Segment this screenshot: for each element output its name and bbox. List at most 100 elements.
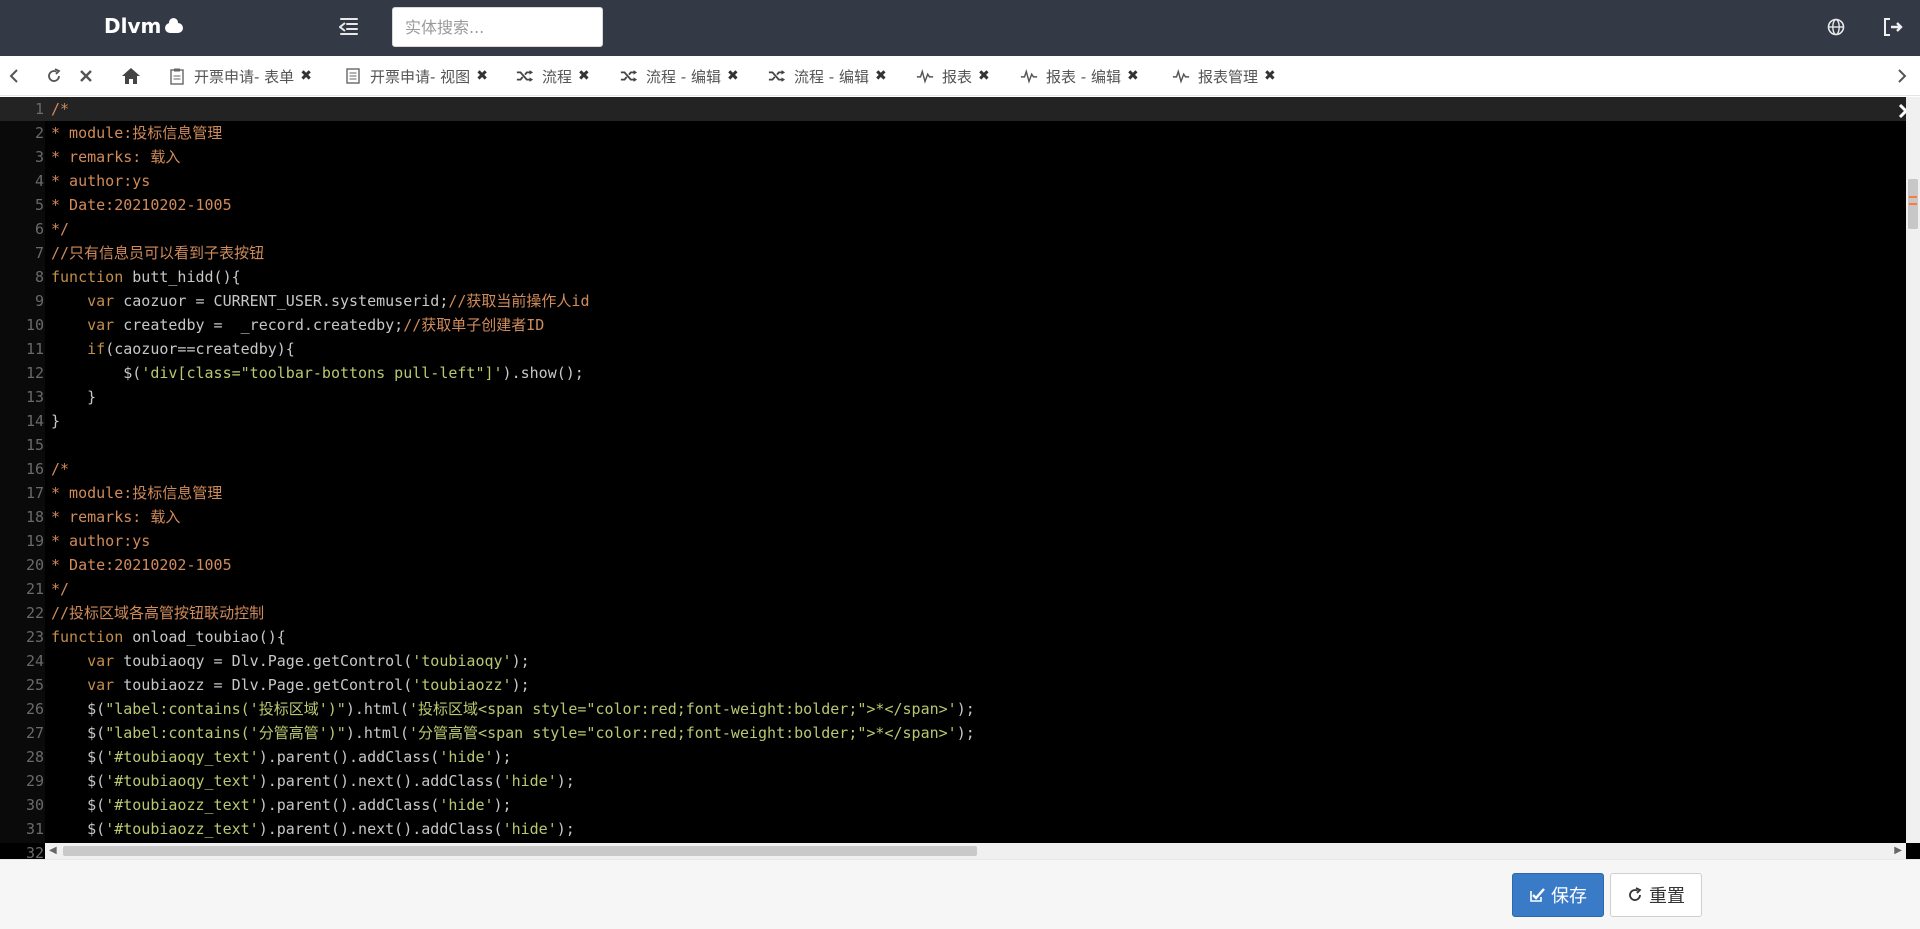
code-token: $( <box>51 772 106 790</box>
code-line[interactable]: 1 /* <box>0 97 1906 121</box>
code-line[interactable]: 21 */ <box>0 577 1906 601</box>
code-token: 'hide' <box>502 820 557 838</box>
code-line[interactable]: 13 } <box>0 385 1906 409</box>
code-token: "label:contains('分管高管')" <box>105 724 346 742</box>
code-text: } <box>51 409 60 433</box>
code-token: ); <box>493 796 512 814</box>
code-token: '#toubiaoqy_text' <box>105 772 259 790</box>
reset-button[interactable]: 重置 <box>1610 873 1702 917</box>
code-text: */ <box>51 217 69 241</box>
tab-close-icon[interactable]: ✖ <box>300 68 312 84</box>
line-number: 7 <box>34 244 44 262</box>
code-token: * remarks: 载入 <box>51 148 181 166</box>
top-navbar: Dlvm <box>0 0 1920 56</box>
tab-invoice-form[interactable]: 开票申请- 表单 ✖ <box>168 64 312 88</box>
code-line[interactable]: 25 var toubiaozz = Dlv.Page.getControl('… <box>0 673 1906 697</box>
code-line[interactable]: 9 var caozuor = CURRENT_USER.systemuseri… <box>0 289 1906 313</box>
code-line[interactable]: 2 * module:投标信息管理 <box>0 121 1906 145</box>
code-line[interactable]: 24 var toubiaoqy = Dlv.Page.getControl('… <box>0 649 1906 673</box>
code-token: 'hide' <box>502 772 557 790</box>
brand-logo[interactable]: Dlvm <box>104 14 184 38</box>
code-line[interactable]: 3 * remarks: 载入 <box>0 145 1906 169</box>
horizontal-scrollbar[interactable]: ◀ ▶ <box>45 843 1906 859</box>
code-token: '#toubiaoqy_text' <box>105 748 259 766</box>
code-token: ); <box>956 700 975 718</box>
code-line[interactable]: 12 $('div[class="toolbar-bottons pull-le… <box>0 361 1906 385</box>
code-token: ).parent().addClass( <box>258 796 440 814</box>
code-line[interactable]: 22 //投标区域各高管按钮联动控制 <box>0 601 1906 625</box>
code-line[interactable]: 29 $('#toubiaoqy_text').parent().next().… <box>0 769 1906 793</box>
tab-workflow-edit-1[interactable]: 流程 - 编辑 ✖ <box>620 64 739 88</box>
code-line[interactable]: 6 */ <box>0 217 1906 241</box>
code-area[interactable]: 1 /* 2 * module:投标信息管理 3 * remarks: 载入 4 * auth… <box>0 97 1906 859</box>
code-line[interactable]: 23 function onload_toubiao(){ <box>0 625 1906 649</box>
code-text: $('div[class="toolbar-bottons pull-left"… <box>51 361 584 385</box>
tab-report-edit[interactable]: 报表 - 编辑 ✖ <box>1020 64 1139 88</box>
code-line[interactable]: 18 * remarks: 载入 <box>0 505 1906 529</box>
code-text: * module:投标信息管理 <box>51 481 222 505</box>
code-line[interactable]: 8 function butt_hidd(){ <box>0 265 1906 289</box>
code-line[interactable]: 17 * module:投标信息管理 <box>0 481 1906 505</box>
line-number: 6 <box>34 220 44 238</box>
tabs-scroll-right-icon[interactable] <box>1892 66 1912 86</box>
tab-close-icon[interactable]: ✖ <box>727 68 739 84</box>
code-line[interactable]: 28 $('#toubiaoqy_text').parent().addClas… <box>0 745 1906 769</box>
refresh-icon[interactable] <box>44 66 64 86</box>
code-token: var <box>87 292 115 310</box>
tab-close-icon[interactable]: ✖ <box>1127 68 1139 84</box>
code-line[interactable]: 5 * Date:20210202-1005 <box>0 193 1906 217</box>
code-text: $("label:contains('分管高管')").html('分管高管<s… <box>51 721 975 745</box>
code-token: caozuor = CURRENT_USER.systemuserid; <box>114 292 449 310</box>
entity-search-input[interactable] <box>392 7 603 47</box>
tab-close-icon[interactable]: ✖ <box>978 68 990 84</box>
tab-report[interactable]: 报表 ✖ <box>916 64 990 88</box>
globe-icon[interactable] <box>1826 17 1848 39</box>
code-token: '分管高管<span style="color:red;font-weight:… <box>409 724 957 742</box>
line-number: 8 <box>34 268 44 286</box>
code-line[interactable]: 16 /* <box>0 457 1906 481</box>
code-line[interactable]: 26 $("label:contains('投标区域')").html('投标区… <box>0 697 1906 721</box>
tab-invoice-view[interactable]: 开票申请- 视图 ✖ <box>344 64 488 88</box>
horizontal-scroll-thumb[interactable] <box>63 846 977 856</box>
tab-close-icon[interactable]: ✖ <box>875 68 887 84</box>
code-editor[interactable]: 1 /* 2 * module:投标信息管理 3 * remarks: 载入 4 * auth… <box>0 97 1920 859</box>
code-line[interactable]: 11 if(caozuor==createdby){ <box>0 337 1906 361</box>
tab-workflow[interactable]: 流程 ✖ <box>516 64 590 88</box>
tabs-scroll-left-icon[interactable] <box>4 66 24 86</box>
sign-out-icon[interactable] <box>1882 17 1904 39</box>
list-view-icon <box>344 67 362 85</box>
code-line[interactable]: 31 $('#toubiaozz_text').parent().next().… <box>0 817 1906 841</box>
tab-close-icon[interactable]: ✖ <box>1264 68 1276 84</box>
vertical-scrollbar[interactable] <box>1906 97 1920 843</box>
close-all-icon[interactable] <box>76 66 96 86</box>
code-token: */ <box>51 220 70 238</box>
code-line[interactable]: 7 //只有信息员可以看到子表按钮 <box>0 241 1906 265</box>
code-line[interactable]: 14} <box>0 409 1906 433</box>
home-icon[interactable] <box>120 66 142 86</box>
menu-toggle-icon[interactable] <box>338 16 362 38</box>
code-line[interactable]: 27 $("label:contains('分管高管')").html('分管高… <box>0 721 1906 745</box>
code-token: createdby = _record.createdby; <box>114 316 404 334</box>
code-token: var <box>87 676 115 694</box>
tab-close-icon[interactable]: ✖ <box>476 68 488 84</box>
tab-close-icon[interactable]: ✖ <box>578 68 590 84</box>
code-line[interactable]: 15 <box>0 433 1906 457</box>
line-number: 10 <box>25 316 44 334</box>
code-token: /* <box>51 460 70 478</box>
tab-report-management[interactable]: 报表管理 ✖ <box>1172 64 1276 88</box>
code-line[interactable]: 10 var createdby = _record.createdby;//获… <box>0 313 1906 337</box>
tab-label: 报表 <box>942 67 973 86</box>
brand-name: Dlvm <box>104 14 162 38</box>
save-button[interactable]: 保存 <box>1512 873 1604 917</box>
code-token: $( <box>51 820 106 838</box>
code-token: toubiaoqy = Dlv.Page.getControl( <box>114 652 413 670</box>
code-line[interactable]: 20 * Date:20210202-1005 <box>0 553 1906 577</box>
line-number: 24 <box>25 652 44 670</box>
code-line[interactable]: 4 * author:ys <box>0 169 1906 193</box>
code-line[interactable]: 19 * author:ys <box>0 529 1906 553</box>
code-line[interactable]: 30 $('#toubiaozz_text').parent().addClas… <box>0 793 1906 817</box>
code-token: * module:投标信息管理 <box>51 484 223 502</box>
tab-workflow-edit-2[interactable]: 流程 - 编辑 ✖ <box>768 64 887 88</box>
line-number: 23 <box>25 628 44 646</box>
code-token: ); <box>493 748 512 766</box>
